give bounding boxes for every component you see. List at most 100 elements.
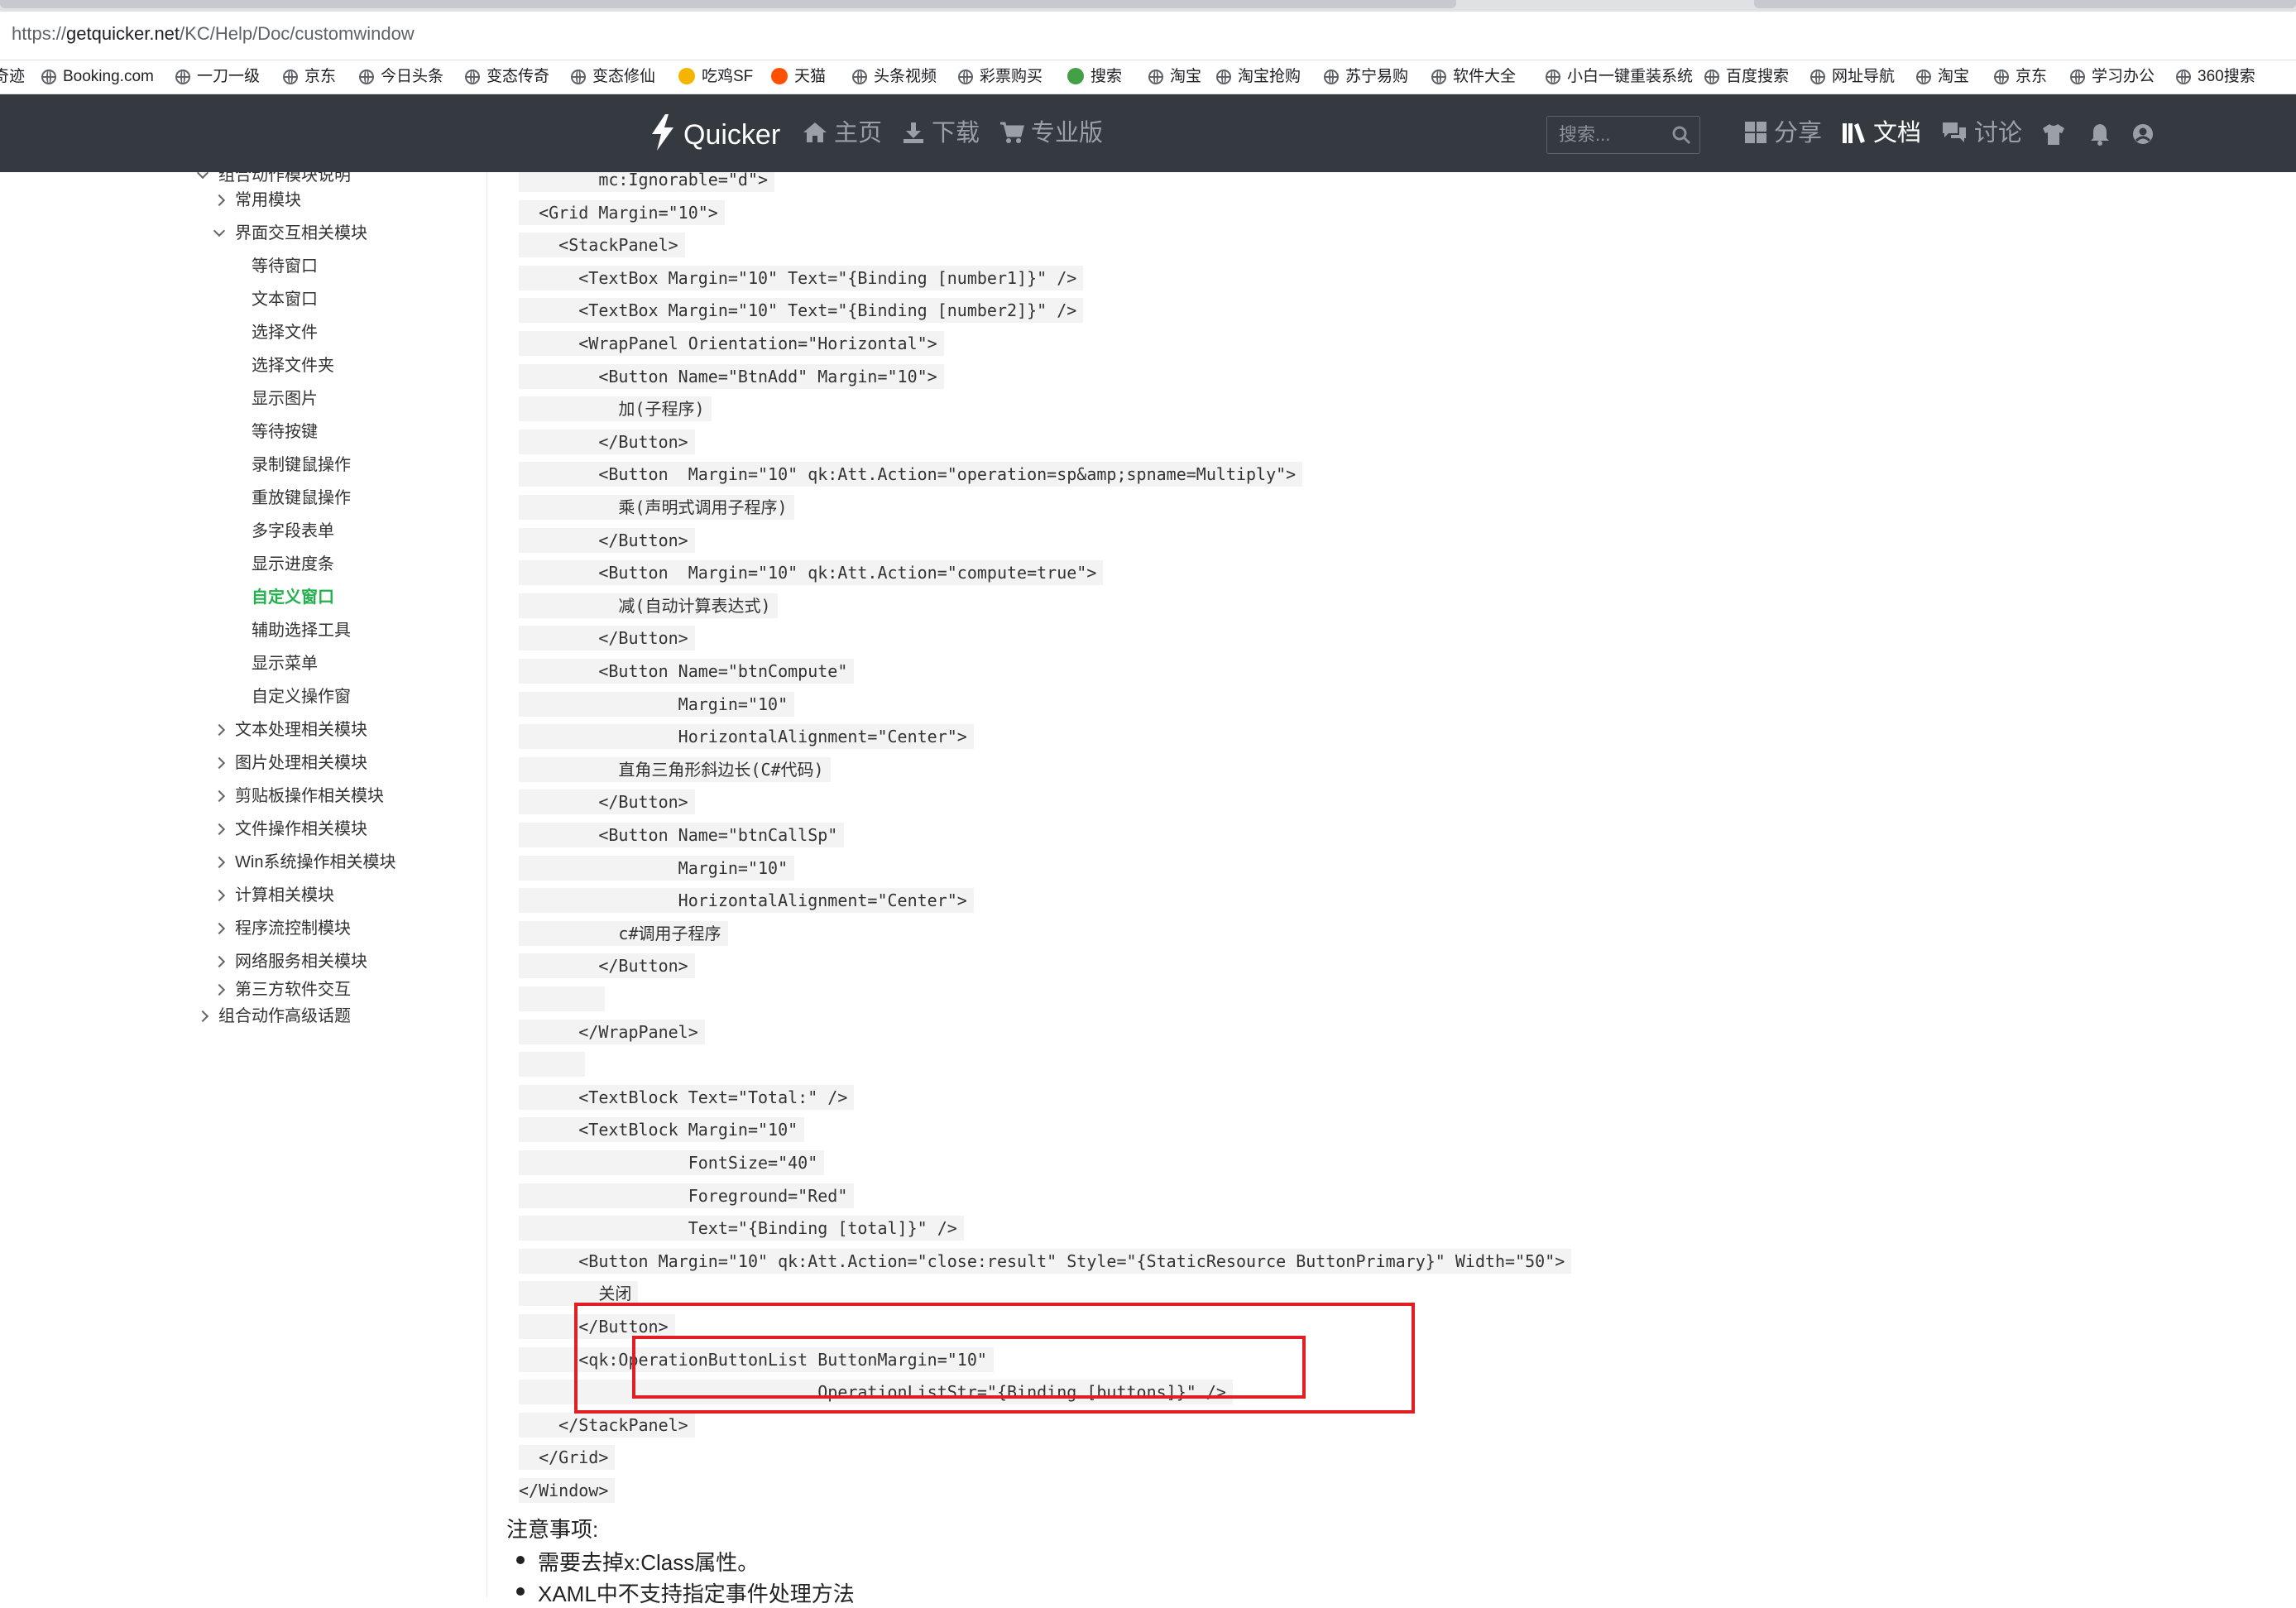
bookmark-item[interactable]: 京东 bbox=[283, 67, 336, 87]
bookmark-item[interactable]: 淘宝抢购 bbox=[1216, 67, 1301, 87]
shirt-icon[interactable] bbox=[2042, 122, 2065, 146]
sidebar-item[interactable]: 选择文件夹 bbox=[252, 356, 334, 376]
sidebar-item[interactable]: 常用模块 bbox=[235, 190, 301, 210]
chevron-right-icon[interactable] bbox=[213, 790, 226, 803]
chevron-right-icon[interactable] bbox=[213, 194, 226, 207]
sidebar-item[interactable]: 计算相关模块 bbox=[235, 886, 334, 905]
sidebar-item[interactable]: 文本处理相关模块 bbox=[235, 720, 367, 740]
bookmark-item[interactable]: 变态传奇 bbox=[465, 67, 549, 87]
bookmark-item[interactable]: Booking.com bbox=[41, 67, 154, 87]
bookmark-item[interactable]: 小白一键重装系统 bbox=[1546, 67, 1693, 87]
nav-link-docs[interactable]: 文档 bbox=[1842, 114, 1921, 152]
chevron-right-icon[interactable] bbox=[213, 889, 226, 902]
bookmark-item[interactable]: 360搜索 bbox=[2176, 67, 2255, 87]
bookmark-item[interactable]: 今日头条 bbox=[359, 67, 443, 87]
code-line: mc:Ignorable="d"> bbox=[519, 172, 775, 192]
sidebar-item[interactable]: 等待窗口 bbox=[252, 257, 318, 276]
sidebar-item[interactable]: 录制键鼠操作 bbox=[252, 455, 351, 475]
bookmark-label: 淘宝抢购 bbox=[1238, 68, 1301, 85]
nav-link-share[interactable]: 分享 bbox=[1744, 114, 1822, 152]
chevron-right-icon[interactable] bbox=[213, 756, 226, 770]
bookmark-label: 淘宝 bbox=[1938, 68, 1970, 85]
code-line: <Button Margin="10" qk:Att.Action="compu… bbox=[519, 560, 1104, 585]
bookmark-item[interactable]: 变态修仙 bbox=[571, 67, 655, 87]
sidebar-item[interactable]: 文件操作相关模块 bbox=[235, 819, 367, 839]
bookmark-item[interactable]: 网址导航 bbox=[1810, 67, 1895, 87]
code-line: <Button Name="BtnAdd" Margin="10"> bbox=[519, 364, 944, 389]
comments-icon bbox=[1943, 122, 1966, 142]
sidebar-item[interactable]: 文本窗口 bbox=[252, 290, 318, 310]
nav-link-discuss[interactable]: 讨论 bbox=[1941, 114, 2022, 152]
code-line: </Window> bbox=[519, 1478, 616, 1503]
sidebar-item[interactable]: 网络服务相关模块 bbox=[235, 952, 367, 972]
sidebar-item[interactable]: 显示图片 bbox=[252, 389, 318, 409]
chevron-down-icon[interactable] bbox=[196, 172, 209, 180]
nav-link-label: 主页 bbox=[834, 120, 883, 146]
bookmark-label: 淘宝 bbox=[1170, 68, 1202, 85]
chevron-right-icon[interactable] bbox=[213, 955, 226, 968]
nav-link-label: 下载 bbox=[932, 120, 980, 146]
bookmark-item[interactable]: 天猫 bbox=[771, 67, 826, 87]
chevron-right-icon[interactable] bbox=[213, 983, 226, 996]
bookmark-item[interactable]: 苏宁易购 bbox=[1324, 67, 1408, 87]
sidebar-item[interactable]: 剪贴板操作相关模块 bbox=[235, 786, 384, 806]
code-line bbox=[519, 1052, 586, 1077]
brand-logo[interactable]: Quicker bbox=[650, 114, 780, 152]
bookmark-item[interactable]: 淘宝 bbox=[1916, 67, 1969, 87]
url-path: /KC/Help/Doc/customwindow bbox=[180, 23, 415, 44]
sidebar-item[interactable]: 组合动作高级话题 bbox=[218, 1006, 351, 1026]
bookmark-label: 彩票购买 bbox=[980, 68, 1043, 85]
nav-link-download[interactable]: 下载 bbox=[902, 114, 980, 152]
sidebar-item[interactable]: 第三方软件交互 bbox=[235, 980, 351, 1000]
sidebar-item[interactable]: 多字段表单 bbox=[252, 521, 334, 541]
user-icon[interactable] bbox=[2131, 122, 2155, 146]
bookmark-item[interactable]: 一刀一级 bbox=[175, 67, 260, 87]
chevron-right-icon[interactable] bbox=[213, 856, 226, 869]
sidebar-item[interactable]: 自定义窗口 bbox=[252, 588, 334, 607]
nav-link-home[interactable]: 主页 bbox=[803, 114, 882, 152]
sidebar-item[interactable]: 组合动作模块说明 bbox=[218, 172, 351, 185]
chevron-right-icon[interactable] bbox=[213, 823, 226, 836]
search-icon[interactable] bbox=[1671, 125, 1691, 145]
search-input[interactable] bbox=[1547, 117, 1666, 153]
url-text[interactable]: https://getquicker.net/KC/Help/Doc/custo… bbox=[12, 23, 415, 45]
chevron-right-icon[interactable] bbox=[196, 1010, 209, 1023]
sidebar-item[interactable]: 界面交互相关模块 bbox=[235, 223, 367, 243]
sidebar-item[interactable]: 图片处理相关模块 bbox=[235, 753, 367, 773]
sidebar-item[interactable]: 自定义操作窗 bbox=[252, 687, 351, 707]
address-bar[interactable]: https://getquicker.net/KC/Help/Doc/custo… bbox=[0, 12, 2296, 60]
bookmark-item[interactable]: 学习办公 bbox=[2070, 67, 2155, 87]
sidebar-item[interactable]: Win系统操作相关模块 bbox=[235, 852, 395, 872]
bookmark-label: 京东 bbox=[304, 68, 337, 85]
bell-icon[interactable] bbox=[2088, 122, 2111, 146]
download-icon bbox=[904, 122, 923, 143]
sidebar-item[interactable]: 显示菜单 bbox=[252, 654, 318, 674]
globe-icon bbox=[1916, 70, 1931, 84]
bookmark-item[interactable]: 彩票购买 bbox=[958, 67, 1043, 87]
bookmark-item[interactable]: 淘宝 bbox=[1148, 67, 1201, 87]
sidebar-item[interactable]: 选择文件 bbox=[252, 323, 318, 343]
bookmark-item[interactable]: 软件大全 bbox=[1431, 67, 1516, 87]
bookmark-item[interactable]: 京东 bbox=[1994, 67, 2047, 87]
bookmark-item[interactable]: 搜索 bbox=[1067, 67, 1122, 87]
chevron-down-icon[interactable] bbox=[213, 224, 226, 238]
sidebar-item[interactable]: 程序流控制模块 bbox=[235, 919, 351, 938]
bookmark-item[interactable]: 吃鸡SF bbox=[678, 67, 753, 87]
sidebar-item[interactable]: 辅助选择工具 bbox=[252, 621, 351, 641]
sidebar-item[interactable]: 重放键鼠操作 bbox=[252, 488, 351, 508]
tmall-icon bbox=[771, 68, 788, 84]
sidebar-item[interactable]: 等待按键 bbox=[252, 422, 318, 442]
bookmark-item[interactable]: 百度搜索 bbox=[1704, 67, 1789, 87]
bookmark-label: 变态修仙 bbox=[592, 68, 656, 85]
code-line: Margin="10" bbox=[519, 692, 795, 717]
sidebar-item[interactable]: 显示进度条 bbox=[252, 554, 334, 574]
globe-icon bbox=[1431, 70, 1446, 84]
chevron-right-icon[interactable] bbox=[213, 922, 226, 935]
globe-icon bbox=[41, 70, 56, 84]
nav-link-pro[interactable]: 专业版 bbox=[999, 114, 1103, 152]
bookmark-item[interactable]: 奇迹 bbox=[0, 67, 25, 87]
chevron-right-icon[interactable] bbox=[213, 723, 226, 737]
globe-icon bbox=[958, 70, 973, 84]
bookmark-item[interactable]: 头条视频 bbox=[852, 67, 937, 87]
bookmark-label: 一刀一级 bbox=[197, 68, 261, 85]
